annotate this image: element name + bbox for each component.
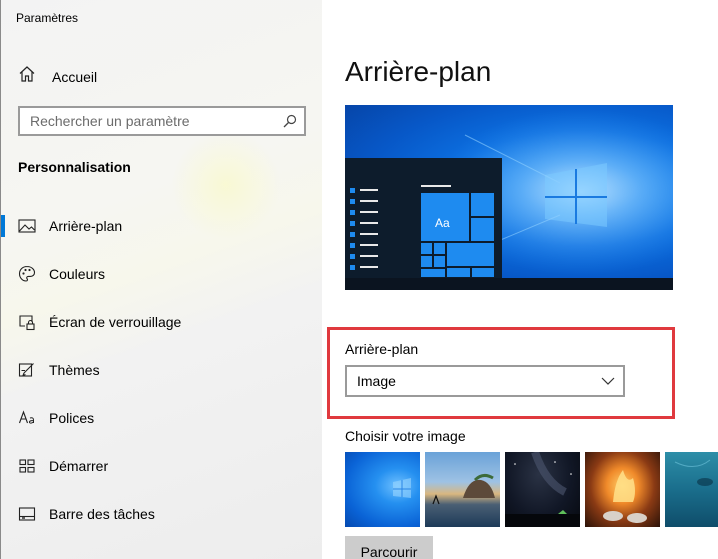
sidebar-item-label: Barre des tâches [49,506,155,522]
palette-icon [18,265,36,283]
browse-button[interactable]: Parcourir [345,536,433,559]
search-icon[interactable] [276,114,304,128]
wallpaper-thumbnail-night-sky[interactable] [505,452,580,527]
sidebar-item-label: Démarrer [49,458,109,474]
main-content: Arrière-plan Aa Arrière-plan Image Chois… [322,0,718,559]
start-icon [18,457,36,475]
preview-tile-text: Aa [435,216,450,230]
sidebar-item-label: Arrière-plan [49,218,123,234]
page-title: Arrière-plan [345,56,492,87]
sidebar-item-label: Polices [49,410,95,426]
sidebar-item-demarrer[interactable]: Démarrer [1,442,323,490]
lock-screen-icon [18,313,36,331]
dropdown-value: Image [357,373,396,389]
fonts-icon [18,409,36,427]
background-type-label: Arrière-plan [345,341,419,357]
home-label: Accueil [52,68,98,85]
sidebar-item-polices[interactable]: Polices [1,394,323,442]
image-thumbnails [345,452,718,527]
wallpaper-thumbnail-underwater[interactable] [665,452,718,527]
image-icon [18,217,36,235]
sidebar-nav: Arrière-plan Couleurs Écran de verrouill… [1,202,323,538]
preview-taskbar [345,278,673,290]
taskbar-icon [18,505,36,523]
background-preview: Aa [345,105,673,290]
sidebar-item-label: Thèmes [49,362,100,378]
sidebar-item-arriere-plan[interactable]: Arrière-plan [1,202,323,250]
background-type-dropdown[interactable]: Image [345,365,625,397]
home-icon [18,65,36,88]
sidebar-item-label: Couleurs [49,266,106,282]
sidebar-item-ecran-de-verrouillage[interactable]: Écran de verrouillage [1,298,323,346]
search-input[interactable] [20,108,276,134]
themes-icon [18,361,36,379]
sidebar-item-label: Écran de verrouillage [49,314,182,330]
wallpaper-thumbnail-beach[interactable] [425,452,500,527]
chevron-down-icon [601,372,615,390]
section-title: Personnalisation [18,159,131,175]
sidebar-item-themes[interactable]: Thèmes [1,346,323,394]
preview-start-menu: Aa [345,158,502,278]
home-link[interactable]: Accueil [18,65,97,88]
search-box[interactable] [18,106,306,136]
choose-image-label: Choisir votre image [345,428,466,444]
sidebar-item-couleurs[interactable]: Couleurs [1,250,323,298]
window-title: Paramètres [16,11,79,25]
sidebar: Paramètres Accueil Personnalisation Arri… [0,0,322,559]
sidebar-item-barre-des-taches[interactable]: Barre des tâches [1,490,323,538]
wallpaper-thumbnail-windows[interactable] [345,452,420,527]
wallpaper-thumbnail-fireplace[interactable] [585,452,660,527]
